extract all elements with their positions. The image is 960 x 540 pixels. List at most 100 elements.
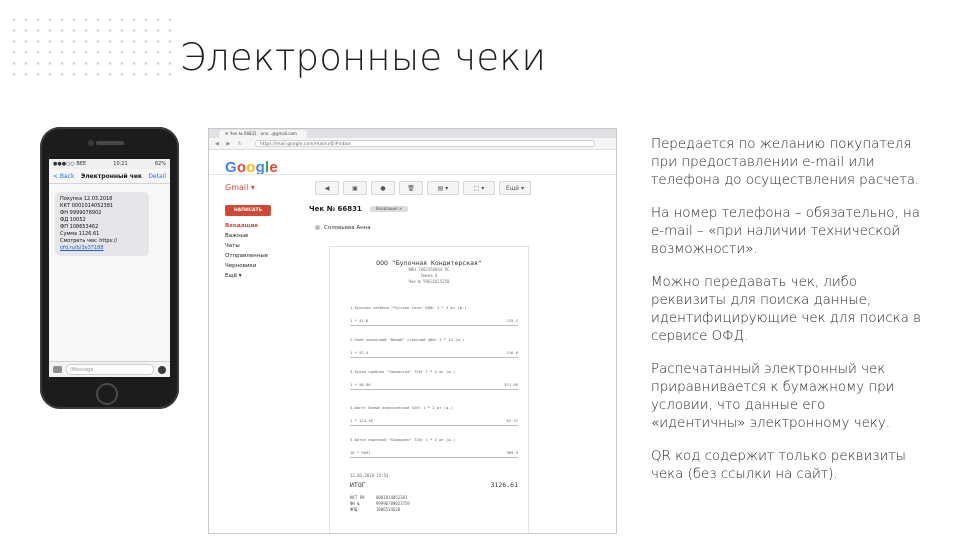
sender-name: Соловьева Анна [324, 225, 371, 231]
receipt-meta-row: ФПД 1086534620 [350, 507, 410, 513]
receipt-item-sum: 116.6 [506, 350, 518, 355]
phone-camera [88, 140, 94, 146]
sender-avatar [315, 225, 320, 230]
url-input[interactable]: https://mail.google.com/mail/u/0/#inbox [255, 140, 595, 147]
receipt-rule [350, 357, 518, 358]
folder-inbox[interactable]: Входящие [225, 221, 268, 231]
message-input[interactable]: iMessage [66, 364, 154, 375]
message-line: Покупка 12.03.2018 [60, 196, 113, 202]
receipt-item: 3.Булка сдобная "Ташкентка" 720г 1 * 4 ш… [350, 369, 518, 390]
browser-nav-icons[interactable]: ◀ ▶ ↻ [215, 141, 245, 147]
gmail-menu[interactable]: Gmail ▾ [225, 183, 255, 192]
receipt-item-qty: 1 * 41.8 [350, 318, 369, 323]
info-paragraph: На номер телефона – обязательно, на e-ma… [651, 206, 920, 257]
sms-message-bubble: Покупка 12.03.2018 ККТ 0001014052381 ФН … [55, 192, 149, 256]
move-to-icon[interactable]: ▤ ▾ [427, 181, 459, 195]
folder-more[interactable]: Ещё ▾ [225, 271, 268, 281]
more-button[interactable]: Ещё ▾ [499, 181, 531, 195]
receipt-header-line: Чек № 59631815250 [408, 279, 450, 284]
message-line: ККТ 0001014052381 [60, 203, 114, 209]
message-line: Смотреть чек: https:// [60, 238, 118, 244]
folder-sent[interactable]: Отправленные [225, 251, 268, 261]
message-line: ФН 9999078902 [60, 210, 102, 216]
status-time: 10:21 [113, 161, 128, 167]
microphone-icon[interactable] [158, 365, 166, 374]
receipt-item: 2.Хлеб пшеничный "Южный" стольный 400г 1… [350, 337, 518, 358]
phone-mockup: ●●●○○ BEE 10:21 82% < Back Электронный ч… [40, 127, 179, 409]
receipt-item-qty: 1 * 98.86 [350, 382, 371, 387]
compose-button[interactable]: НАПИСАТЬ [225, 205, 271, 216]
receipt-meta-value: 0001014052381 [376, 495, 408, 500]
info-paragraph: Передается по желанию покупателя при пре… [651, 137, 920, 188]
receipt-item: 4.Багет белый классический 520г 1 * 2 шт… [350, 405, 518, 426]
folder-list: Входящие Важные Чаты Отправленные Чернов… [225, 221, 268, 281]
receipt-meta-value: 99990789023759 [376, 501, 410, 506]
receipt-item-name: 2.Хлеб пшеничный "Южный" стольный 400г 1… [350, 337, 465, 342]
folder-important[interactable]: Важные [225, 231, 268, 241]
receipt-link[interactable]: ofd.ru/b/3e37188 [60, 245, 144, 252]
receipt-rule [350, 325, 518, 326]
message-line: ФП 108653462 [60, 224, 99, 230]
labels-icon[interactable]: ⬚ ▾ [463, 181, 495, 195]
receipt-item-name: 3.Булка сдобная "Ташкентка" 720г 1 * 4 ш… [350, 369, 456, 374]
receipt-meta: ККТ РН 0001014052381 ФН № 99990789023759 Ф… [350, 495, 410, 513]
receipt-item-sum: 511.56 [504, 382, 518, 387]
receipt-rule [350, 389, 518, 390]
mail-toolbar: ◀ ▣ ● 🗑 ▤ ▾ ⬚ ▾ Ещё ▾ [315, 181, 531, 195]
receipt-item: 5.Батон нарезной "Бородино" 720г 1 * 2 ш… [350, 437, 518, 458]
info-paragraph: Распечатанный электронный чек приравнива… [651, 362, 895, 431]
folder-chats[interactable]: Чаты [225, 241, 268, 251]
info-paragraph: Можно передавать чек, либо реквизиты для… [651, 275, 921, 344]
receipt-item-sum: 125.2 [506, 318, 518, 323]
address-bar-row: ◀ ▶ ↻ https://mail.google.com/mail/u/0/#… [209, 138, 616, 150]
conversation-title: Электронный чек [80, 172, 142, 180]
message-line: ФД 10052 [60, 217, 86, 223]
camera-icon[interactable] [53, 366, 62, 373]
info-paragraph: QR код содержит только реквизиты чека (б… [651, 449, 906, 482]
receipt-document: ООО "Булочная Кондитерская" ИНН 78023568… [329, 246, 529, 533]
header-divider [209, 174, 616, 175]
battery-indicator: 82% [154, 161, 166, 167]
receipt-item: 1.Булочка хлебная "Русское Село" 800г 1 … [350, 305, 518, 326]
receipt-item-name: 5.Батон нарезной "Бородино" 720г 1 * 2 ш… [350, 437, 456, 442]
receipt-rule [350, 425, 518, 426]
phone-speaker [96, 141, 124, 145]
browser-tab[interactable]: ✉ Чек № 66831 - ann...@gmail.com [219, 130, 307, 138]
receipt-item-qty: 10 * 9091 [350, 450, 371, 455]
decorative-dot-grid [8, 14, 178, 84]
back-button[interactable]: < Back [53, 173, 75, 180]
receipt-org-name: ООО "Булочная Кондитерская" [376, 259, 482, 267]
delete-icon[interactable]: 🗑 [399, 181, 423, 195]
message-input-placeholder: iMessage [70, 366, 94, 373]
gmail-browser-window: ✉ Чек № 66831 - ann...@gmail.com ◀ ▶ ↻ h… [208, 128, 617, 534]
browser-tab-bar: ✉ Чек № 66831 - ann...@gmail.com [209, 129, 616, 138]
archive-icon[interactable]: ▣ [343, 181, 367, 195]
receipt-total-value: 3126.61 [490, 481, 518, 489]
message-line: Сумма 1126.61 [60, 231, 100, 237]
receipt-rule [350, 457, 518, 458]
receipt-meta-value: 1086534620 [376, 507, 401, 512]
receipt-item-name: 1.Булочка хлебная "Русское Село" 800г 1 … [350, 305, 467, 310]
slide-title: Электронные чеки [180, 36, 547, 79]
receipt-item-sum: 62.37 [506, 418, 518, 423]
phone-status-bar: ●●●○○ BEE 10:21 82% [49, 159, 170, 169]
back-arrow-icon[interactable]: ◀ [315, 181, 339, 195]
receipt-meta-key: ФПД [350, 507, 358, 512]
email-sender: Соловьева Анна [315, 225, 371, 231]
receipt-item-name: 4.Багет белый классический 520г 1 * 2 шт… [350, 405, 453, 410]
receipt-total-label: ИТОГ [350, 481, 366, 489]
messages-nav-bar: < Back Электронный чек Detail [49, 169, 170, 184]
details-button[interactable]: Detail [148, 173, 166, 180]
receipt-total: ИТОГ 3126.61 [350, 481, 518, 489]
folder-drafts[interactable]: Черновики [225, 261, 268, 271]
email-subject: Чек № 66831 Входящие × [309, 205, 409, 213]
signal-indicator: ●●●○○ BEE [53, 161, 87, 167]
receipt-date: 12.03.2018 15:54 [350, 473, 389, 478]
inbox-label-chip[interactable]: Входящие × [370, 206, 409, 212]
message-input-bar: iMessage [49, 361, 170, 377]
receipt-item-sum: 909.5 [506, 450, 518, 455]
email-subject-text: Чек № 66831 [309, 205, 362, 213]
receipt-item-qty: 1 * 92.4 [350, 350, 369, 355]
home-button[interactable] [96, 383, 118, 405]
report-spam-icon[interactable]: ● [371, 181, 395, 195]
